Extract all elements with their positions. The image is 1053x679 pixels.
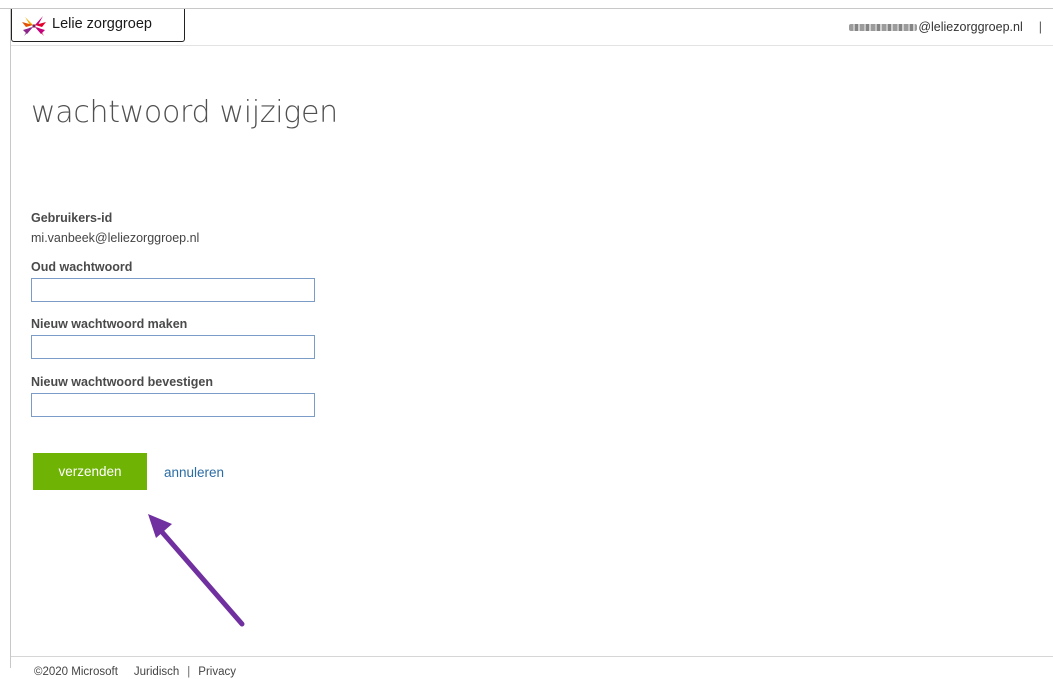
page-frame: Lelie zorggroep @leliezorggroep.nl | wach… <box>0 0 1053 679</box>
lelie-flower-icon <box>22 16 46 36</box>
account-area[interactable]: @leliezorggroep.nl | <box>849 20 1042 34</box>
user-id-label: Gebruikers-id <box>31 211 113 225</box>
arrow-pointer-icon <box>148 514 245 627</box>
new-password-input[interactable] <box>31 335 315 359</box>
cancel-link[interactable]: annuleren <box>164 465 224 480</box>
redacted-username <box>849 24 918 32</box>
confirm-password-label: Nieuw wachtwoord bevestigen <box>31 375 213 389</box>
footer-divider <box>11 656 1053 657</box>
user-id-value: mi.vanbeek@leliezorggroep.nl <box>31 231 200 245</box>
new-password-label: Nieuw wachtwoord maken <box>31 317 188 331</box>
footer: ©2020 Microsoft Juridisch | Privacy <box>34 666 236 678</box>
brand-logo[interactable]: Lelie zorggroep <box>11 9 185 42</box>
copyright-text: ©2020 Microsoft <box>34 666 118 678</box>
header-bar: Lelie zorggroep @leliezorggroep.nl | <box>11 9 1053 46</box>
privacy-link[interactable]: Privacy <box>198 666 236 678</box>
footer-separator: | <box>187 666 191 678</box>
brand-name: Lelie zorggroep <box>52 16 152 32</box>
header-separator: | <box>1038 20 1042 34</box>
old-password-label: Oud wachtwoord <box>31 260 133 274</box>
left-border <box>10 8 11 668</box>
user-email-domain: @leliezorggroep.nl <box>918 20 1023 34</box>
legal-link[interactable]: Juridisch <box>134 666 179 678</box>
page-title: wachtwoord wijzigen <box>31 95 338 130</box>
old-password-input[interactable] <box>31 278 315 302</box>
submit-button[interactable]: verzenden <box>33 453 147 490</box>
confirm-password-input[interactable] <box>31 393 315 417</box>
